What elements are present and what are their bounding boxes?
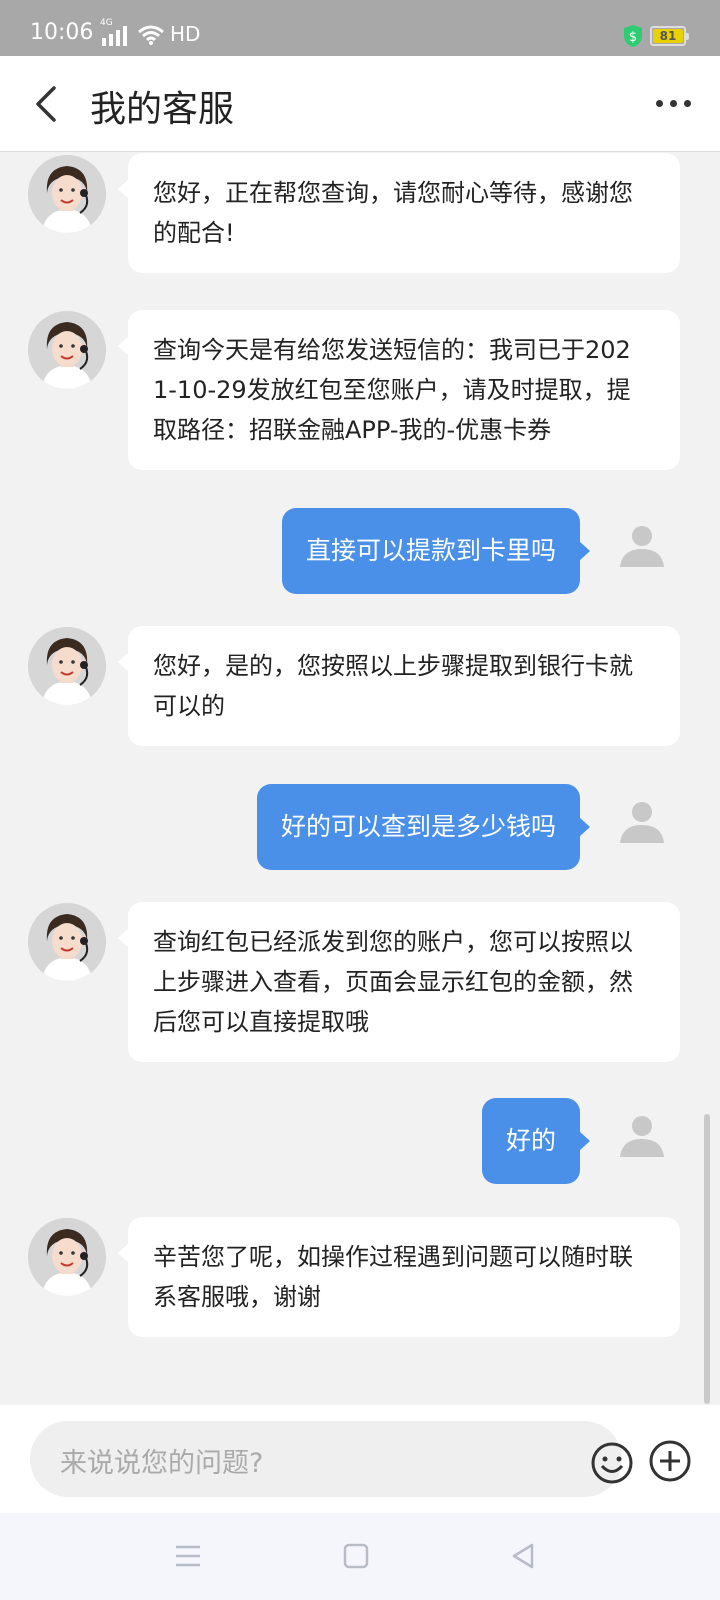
agent-message: 查询今天是有给您发送短信的：我司已于202 1-10-29发放红包至您账户，请及… <box>118 310 680 470</box>
emoji-icon[interactable] <box>590 1441 634 1485</box>
network-type: 4G <box>100 18 113 28</box>
message-input[interactable]: 来说说您的问题? <box>30 1421 633 1497</box>
svg-text:$: $ <box>629 30 637 45</box>
message-line: 查询红包已经派发到您的账户，您可以按照以 <box>153 928 633 956</box>
scrollbar[interactable] <box>704 1114 710 1404</box>
agent-message: 辛苦您了呢，如操作过程遇到问题可以随时联 系客服哦，谢谢 <box>118 1217 680 1337</box>
agent-avatar <box>28 1218 106 1296</box>
message-line: 您好，正在帮您查询，请您耐心等待，感谢您 <box>153 179 633 207</box>
chat-messages[interactable]: 您好，正在帮您查询，请您耐心等待，感谢您 的配合! 查询今天是有给您发送短信的：… <box>0 153 720 1405</box>
home-square-icon[interactable] <box>341 1541 371 1571</box>
system-nav-bar <box>0 1513 720 1600</box>
agent-message: 您好，正在帮您查询，请您耐心等待，感谢您 的配合! <box>118 153 680 273</box>
user-message: 直接可以提款到卡里吗 <box>281 508 591 594</box>
menu-icon[interactable] <box>173 1541 203 1571</box>
security-shield-icon: $ <box>624 25 642 47</box>
input-placeholder: 来说说您的问题? <box>60 1448 264 1479</box>
hd-indicator: HD <box>170 22 201 46</box>
battery-icon: 81 <box>650 26 689 46</box>
back-triangle-icon[interactable] <box>508 1541 538 1571</box>
message-line: 1-10-29发放红包至您账户，请及时提取，提 <box>153 376 631 404</box>
message-line: 的配合! <box>153 219 235 247</box>
message-line: 查询今天是有给您发送短信的：我司已于202 <box>153 336 631 364</box>
message-line: 您好，是的，您按照以上步骤提取到银行卡就 <box>153 652 633 680</box>
user-avatar-icon <box>620 802 664 843</box>
page-title: 我的客服 <box>90 89 235 130</box>
agent-message: 查询红包已经派发到您的账户，您可以按照以 上步骤进入查看，页面会显示红包的金额，… <box>118 902 680 1062</box>
signal-icon: 4G <box>100 18 132 46</box>
agent-avatar <box>28 311 106 389</box>
agent-avatar <box>28 155 106 233</box>
chevron-left-icon[interactable] <box>28 82 68 126</box>
wifi-icon <box>138 25 164 45</box>
user-avatar-icon <box>620 526 664 567</box>
battery-level: 81 <box>653 29 683 43</box>
agent-avatar <box>28 627 106 705</box>
message-line: 后您可以直接提取哦 <box>153 1008 369 1036</box>
agent-message: 您好，是的，您按照以上步骤提取到银行卡就 可以的 <box>118 626 680 746</box>
user-avatar-icon <box>620 1116 664 1157</box>
message-line: 系客服哦，谢谢 <box>153 1283 321 1311</box>
message-line: 可以的 <box>153 692 225 720</box>
message-line: 辛苦您了呢，如操作过程遇到问题可以随时联 <box>153 1243 633 1271</box>
status-time: 10:06 <box>30 20 94 45</box>
app-header: 我的客服 <box>0 56 720 152</box>
message-line: 取路径：招联金融APP-我的-优惠卡券 <box>153 416 552 444</box>
input-bar: 来说说您的问题? <box>0 1405 720 1513</box>
user-message: 好的 <box>481 1098 591 1184</box>
message-line: 上步骤进入查看，页面会显示红包的金额，然 <box>153 968 633 996</box>
plus-circle-icon[interactable] <box>648 1439 692 1483</box>
status-bar: 10:06 4G HD $ 81 <box>0 0 720 56</box>
more-horizontal-icon[interactable] <box>654 94 694 114</box>
agent-avatar <box>28 903 106 981</box>
user-message: 好的可以查到是多少钱吗 <box>256 784 591 870</box>
